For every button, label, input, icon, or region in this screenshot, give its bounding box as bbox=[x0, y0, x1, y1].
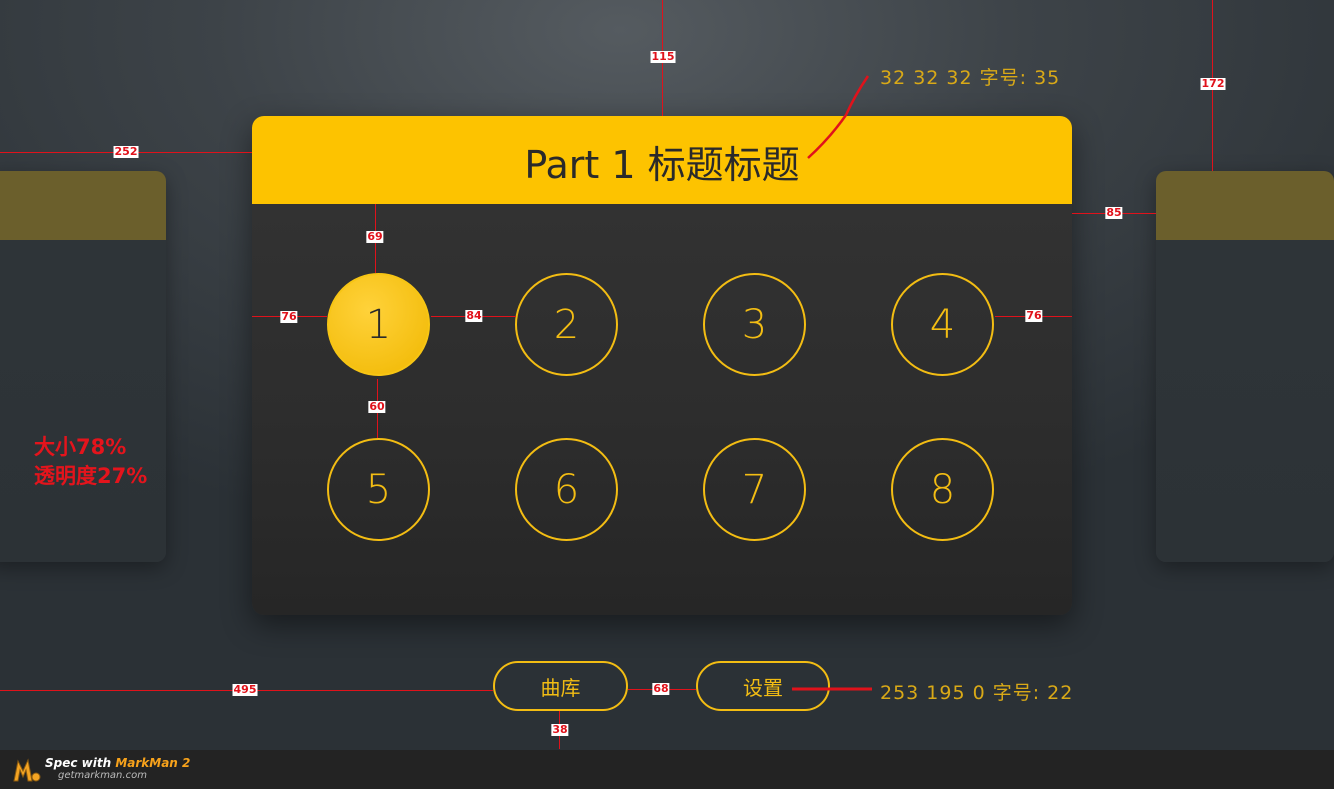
markman-footer: Spec with MarkMan 2 getmarkman.com bbox=[0, 750, 1334, 789]
markman-logo-icon bbox=[13, 758, 41, 782]
footer-brand-prefix: Spec with bbox=[45, 756, 116, 770]
footer-brand: Spec with MarkMan 2 bbox=[45, 756, 190, 770]
side-card-note-size: 大小78% bbox=[34, 435, 127, 459]
footer-url[interactable]: getmarkman.com bbox=[58, 770, 147, 781]
footer-brand-name: MarkMan 2 bbox=[115, 756, 191, 770]
annotation-pointers bbox=[792, 75, 872, 691]
button-spec-note: 253 195 0 字号: 22 bbox=[880, 682, 1074, 704]
title-spec-note: 32 32 32 字号: 35 bbox=[880, 67, 1061, 89]
side-card-note-opacity: 透明度27% bbox=[34, 464, 148, 488]
side-card-note: 大小78% 透明度27% bbox=[34, 433, 147, 491]
